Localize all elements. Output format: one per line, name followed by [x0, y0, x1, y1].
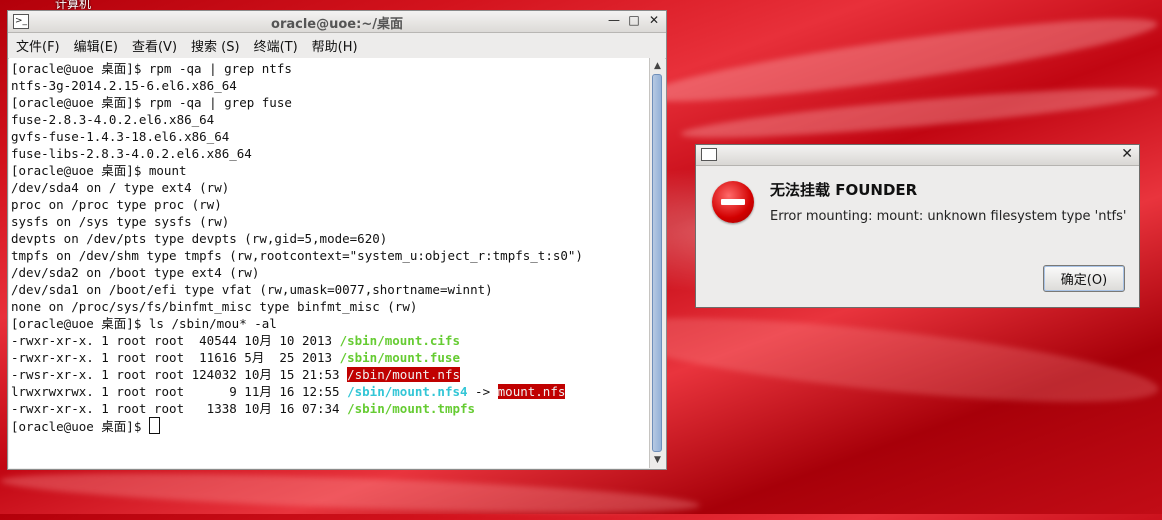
terminal-line: fuse-2.8.3-4.0.2.el6.x86_64 [11, 112, 215, 127]
terminal-line: none on /proc/sys/fs/binfmt_misc type bi… [11, 299, 418, 314]
scroll-down-icon[interactable]: ▼ [650, 453, 665, 467]
terminal-screen[interactable]: [oracle@uoe 桌面]$ rpm -qa | grep ntfs ntf… [9, 58, 651, 468]
menu-edit[interactable]: 编辑(E) [74, 36, 118, 55]
terminal-line: sysfs on /sys type sysfs (rw) [11, 214, 230, 229]
menu-search[interactable]: 搜索 (S) [191, 36, 240, 55]
menu-terminal[interactable]: 终端(T) [254, 36, 298, 55]
menu-help[interactable]: 帮助(H) [312, 36, 358, 55]
terminal-line: /dev/sda4 on / type ext4 (rw) [11, 180, 230, 195]
ls-meta: -rwxr-xr-x. 1 root root 40544 10月 10 201… [11, 333, 340, 348]
text-cursor [148, 417, 160, 434]
ls-filename: /sbin/mount.cifs [339, 333, 460, 348]
ls-meta: -rwxr-xr-x. 1 root root 1338 10月 16 07:3… [11, 401, 348, 416]
menu-file[interactable]: 文件(F) [16, 36, 60, 55]
ls-row: -rwxr-xr-x. 1 root root 1338 10月 16 07:3… [11, 400, 651, 417]
terminal-line: gvfs-fuse-1.4.3-18.el6.x86_64 [11, 129, 230, 144]
scroll-thumb[interactable] [652, 74, 662, 452]
dialog-message: Error mounting: mount: unknown filesyste… [770, 209, 1127, 224]
menu-bar: 文件(F) 编辑(E) 查看(V) 搜索 (S) 终端(T) 帮助(H) [8, 33, 666, 59]
ls-filename: /sbin/mount.tmpfs [347, 401, 476, 416]
ls-meta: -rwxr-xr-x. 1 root root 11616 5月 25 2013 [11, 350, 340, 365]
terminal-line: devpts on /dev/pts type devpts (rw,gid=5… [11, 231, 388, 246]
ls-row: lrwxrwxrwx. 1 root root 9 11月 16 12:55 /… [11, 383, 651, 400]
terminal-line: proc on /proc type proc (rw) [11, 197, 222, 212]
ls-meta: lrwxrwxrwx. 1 root root 9 11月 16 12:55 [11, 384, 348, 399]
ls-filename: /sbin/mount.nfs4 [347, 384, 468, 399]
maximize-icon[interactable]: □ [628, 13, 640, 27]
terminal-output: [oracle@uoe 桌面]$ rpm -qa | grep ntfs ntf… [9, 58, 651, 434]
terminal-line: [oracle@uoe 桌面]$ rpm -qa | grep fuse [11, 95, 292, 110]
dialog-titlebar[interactable]: ✕ [696, 145, 1139, 166]
error-dialog[interactable]: ✕ 无法挂载 FOUNDER Error mounting: mount: un… [695, 144, 1140, 308]
vertical-scrollbar[interactable]: ▲ ▼ [649, 58, 665, 468]
scroll-up-icon[interactable]: ▲ [650, 59, 665, 73]
ls-row: -rwsr-xr-x. 1 root root 124032 10月 15 21… [11, 366, 651, 383]
ls-row: -rwxr-xr-x. 1 root root 11616 5月 25 2013… [11, 349, 651, 366]
terminal-line: ntfs-3g-2014.2.15-6.el6.x86_64 [11, 78, 237, 93]
wallpaper-streak [0, 465, 701, 520]
symlink-arrow: -> [467, 384, 498, 399]
ls-filename: /sbin/mount.nfs [347, 367, 460, 382]
menu-view[interactable]: 查看(V) [132, 36, 177, 55]
window-title: oracle@uoe:~/桌面 [271, 17, 403, 32]
symlink-target: mount.nfs [497, 384, 566, 399]
terminal-line: [oracle@uoe 桌面]$ rpm -qa | grep ntfs [11, 61, 292, 76]
terminal-window[interactable]: >_ oracle@uoe:~/桌面 — □ ✕ 文件(F) 编辑(E) 查看(… [7, 10, 667, 470]
minimize-icon[interactable]: — [608, 13, 620, 27]
shell-prompt: [oracle@uoe 桌面]$ [11, 419, 149, 434]
close-icon[interactable]: ✕ [648, 13, 660, 27]
dialog-window-icon [701, 148, 717, 161]
prompt-line[interactable]: [oracle@uoe 桌面]$ [11, 417, 651, 434]
ls-meta: -rwsr-xr-x. 1 root root 124032 10月 15 21… [11, 367, 348, 382]
terminal-titlebar[interactable]: >_ oracle@uoe:~/桌面 — □ ✕ [8, 11, 666, 33]
wallpaper-streak [598, 300, 1162, 420]
close-icon[interactable]: ✕ [1121, 146, 1133, 162]
terminal-line: fuse-libs-2.8.3-4.0.2.el6.x86_64 [11, 146, 252, 161]
terminal-line: /dev/sda1 on /boot/efi type vfat (rw,uma… [11, 282, 493, 297]
error-icon [712, 181, 754, 223]
terminal-line: [oracle@uoe 桌面]$ mount [11, 163, 187, 178]
terminal-line: [oracle@uoe 桌面]$ ls /sbin/mou* -al [11, 316, 277, 331]
dialog-heading: 无法挂载 FOUNDER [770, 181, 918, 199]
terminal-line: tmpfs on /dev/shm type tmpfs (rw,rootcon… [11, 248, 583, 263]
ls-row: -rwxr-xr-x. 1 root root 40544 10月 10 201… [11, 332, 651, 349]
ok-button[interactable]: 确定(O) [1043, 265, 1125, 292]
terminal-line: /dev/sda2 on /boot type ext4 (rw) [11, 265, 260, 280]
ls-filename: /sbin/mount.fuse [339, 350, 460, 365]
